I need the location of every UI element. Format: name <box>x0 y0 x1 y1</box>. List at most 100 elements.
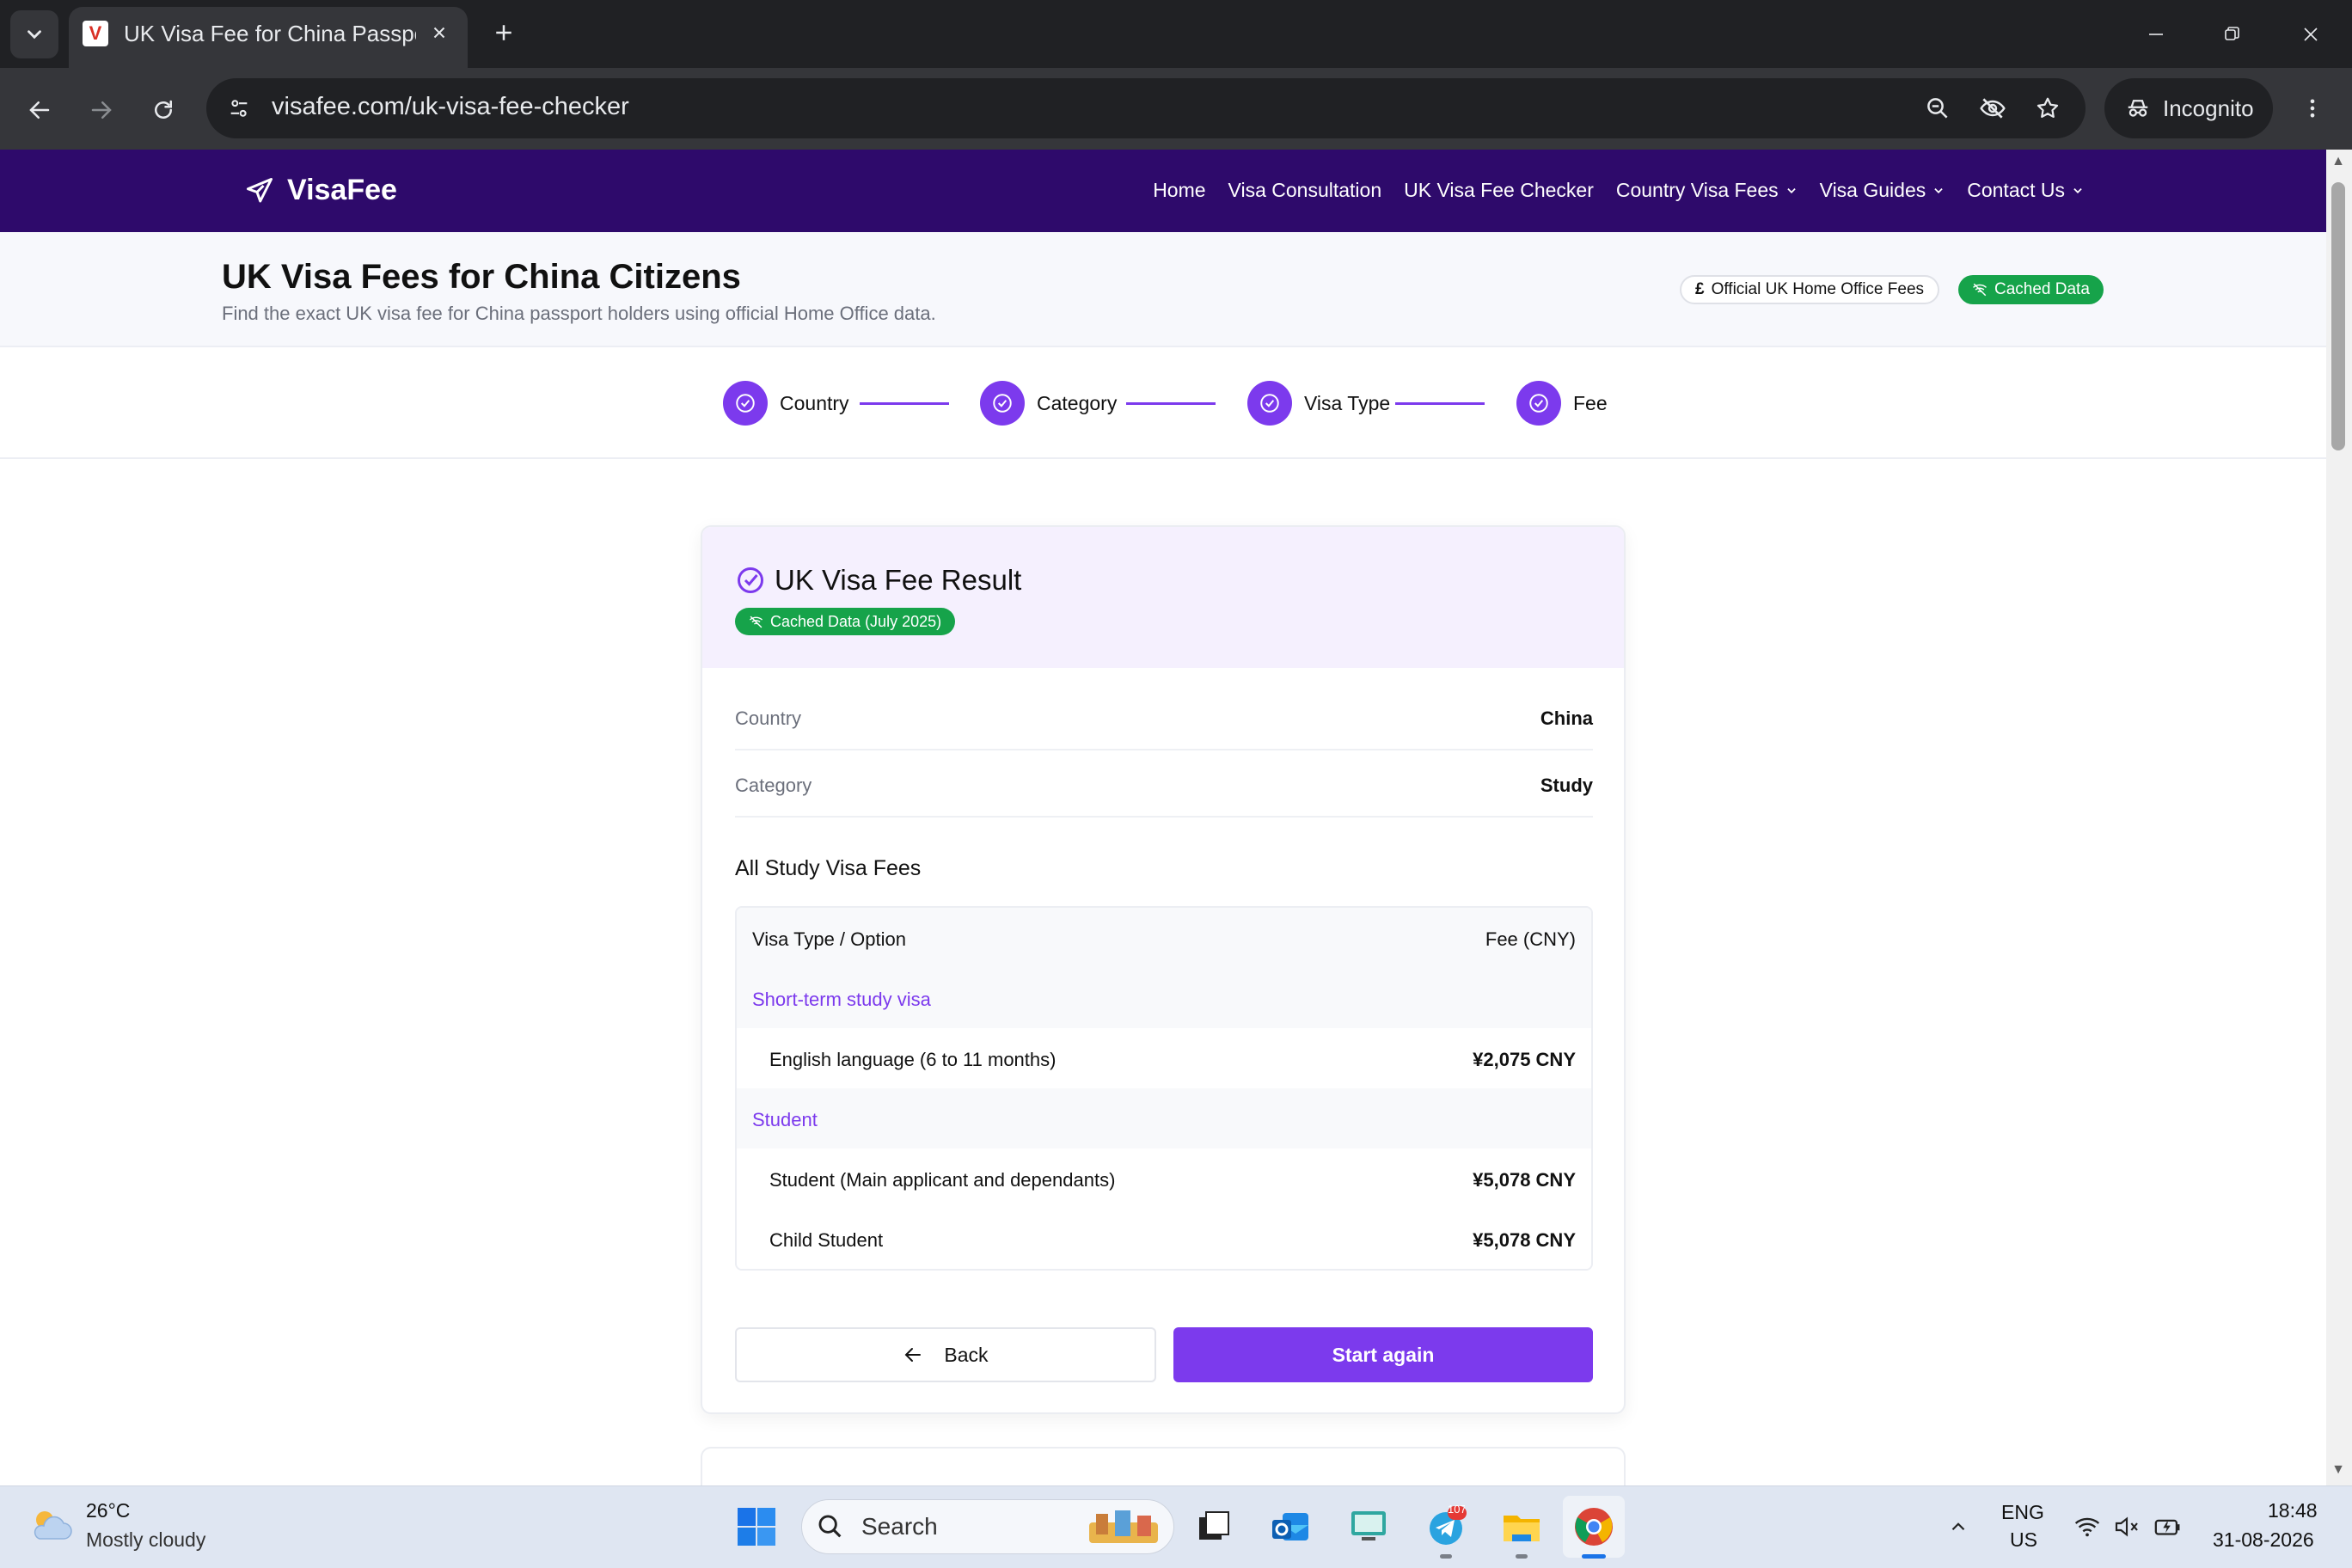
scroll-up-arrow[interactable]: ▲ <box>2331 155 2345 168</box>
check-circle-icon <box>738 567 763 593</box>
arrow-right-icon <box>91 101 112 119</box>
more-vertical-icon <box>2310 99 2315 118</box>
clock-date[interactable]: 31-08-2026 <box>2213 1528 2314 1552</box>
back-nav-button[interactable] <box>19 89 60 131</box>
zoom-button[interactable] <box>1919 89 1957 127</box>
show-hidden-icons-button[interactable] <box>1943 1511 1974 1542</box>
fees-heading: All Study Visa Fees <box>735 856 922 880</box>
star-icon <box>2037 97 2059 118</box>
tab-search-button[interactable] <box>10 10 58 58</box>
input-language[interactable]: ENG <box>2001 1501 2044 1524</box>
summary-row-category: Category Study <box>735 752 1593 818</box>
group-label: Student <box>752 1109 818 1130</box>
clock-time[interactable]: 18:48 <box>2268 1499 2318 1522</box>
step-connector <box>1126 402 1216 405</box>
nav-home[interactable]: Home <box>1153 179 1205 202</box>
back-button-label: Back <box>944 1343 989 1366</box>
scrollbar-thumb[interactable] <box>2331 182 2345 450</box>
close-window-button[interactable] <box>2285 15 2337 53</box>
nav-uk-visa-fee-checker[interactable]: UK Visa Fee Checker <box>1404 179 1594 202</box>
official-fees-badge: £ Official UK Home Office Fees <box>1680 275 1940 304</box>
incognito-label: Incognito <box>2163 95 2254 121</box>
step-label: Visa Type <box>1304 391 1391 414</box>
taskbar-search-box[interactable] <box>801 1499 1174 1554</box>
pound-icon: £ <box>1695 280 1705 298</box>
tune-icon <box>230 100 248 117</box>
visa-option-label: Student (Main applicant and dependants) <box>769 1169 1116 1191</box>
windows-taskbar <box>0 1485 2352 1568</box>
summary-row-country: Country China <box>735 685 1593 750</box>
badge-label: Cached Data <box>1994 280 2090 298</box>
wifi-button[interactable] <box>2072 1511 2103 1542</box>
input-region[interactable]: US <box>2010 1528 2037 1552</box>
cloudy-weather-icon[interactable] <box>28 1501 76 1549</box>
step-label: Fee <box>1573 391 1608 414</box>
outlook-app-button[interactable] <box>1267 1503 1315 1551</box>
chrome-app-button[interactable] <box>1570 1503 1618 1551</box>
table-row: English language (6 to 11 months) ¥2,075… <box>737 1028 1591 1088</box>
nav-label: Country Visa Fees <box>1615 179 1779 201</box>
nav-label: Contact Us <box>1967 179 2065 201</box>
arrow-left-icon <box>29 101 50 119</box>
step-country[interactable]: Country <box>723 381 849 426</box>
nav-label: UK Visa Fee Checker <box>1404 179 1594 201</box>
file-explorer-button[interactable] <box>1498 1503 1546 1551</box>
taskbar-search-label: Search <box>861 1513 938 1540</box>
cached-data-badge: Cached Data (July 2025) <box>735 608 956 635</box>
restore-icon <box>2225 27 2239 40</box>
nav-visa-consultation[interactable]: Visa Consultation <box>1228 179 1382 202</box>
zoom-icon <box>1927 98 1948 119</box>
visa-fee-value: ¥5,078 CNY <box>1473 1229 1576 1251</box>
nav-visa-guides[interactable]: Visa Guides <box>1820 179 1945 202</box>
step-fee[interactable]: Fee <box>1516 381 1608 426</box>
monitor-icon <box>1351 1511 1386 1540</box>
reload-button[interactable] <box>143 89 184 131</box>
card-header <box>702 527 1624 668</box>
battery-charging-icon <box>2154 1519 2180 1535</box>
minimize-button[interactable] <box>2130 15 2182 53</box>
battery-button[interactable] <box>2153 1511 2184 1542</box>
windows-start-icon[interactable] <box>736 1506 777 1547</box>
running-indicator <box>1516 1554 1528 1559</box>
wifi-off-icon <box>1973 283 1987 297</box>
tab-close-button[interactable] <box>426 17 452 48</box>
close-icon <box>2304 28 2318 41</box>
site-favicon-icon: V <box>83 21 108 46</box>
chevron-up-icon <box>1951 1522 1965 1531</box>
nav-country-visa-fees[interactable]: Country Visa Fees <box>1616 179 1798 202</box>
step-category[interactable]: Category <box>980 381 1117 426</box>
arrow-left-icon <box>905 1348 922 1362</box>
summary-label: Country <box>735 707 802 729</box>
volume-button[interactable] <box>2111 1511 2142 1542</box>
browser-menu-button[interactable] <box>2294 89 2331 127</box>
weather-temperature: 26°C <box>86 1499 131 1522</box>
check-circle-icon <box>1247 381 1292 426</box>
chevron-down-icon <box>1934 187 1943 193</box>
incognito-indicator[interactable]: Incognito <box>2104 78 2273 138</box>
site-logo[interactable]: VisaFee <box>244 174 397 207</box>
search-icon <box>818 1515 842 1538</box>
forward-nav-button[interactable] <box>81 89 122 131</box>
remote-desktop-app-button[interactable] <box>1344 1503 1393 1551</box>
back-button[interactable]: Back <box>735 1327 1156 1382</box>
page-title: UK Visa Fees for China Citizens <box>222 258 741 296</box>
check-circle-icon <box>723 381 768 426</box>
cached-data-badge: Cached Data <box>1958 275 2104 304</box>
outlook-icon <box>1272 1513 1308 1540</box>
bookmark-button[interactable] <box>2029 89 2067 127</box>
tracking-protection-button[interactable] <box>1974 89 2012 127</box>
visa-option-label: Child Student <box>769 1229 884 1251</box>
task-view-button[interactable] <box>1190 1503 1238 1551</box>
main-navigation: Home Visa Consultation UK Visa Fee Check… <box>1153 179 2084 202</box>
nav-contact-us[interactable]: Contact Us <box>1967 179 2084 202</box>
scroll-down-arrow[interactable]: ▼ <box>2331 1463 2345 1477</box>
start-again-button[interactable]: Start again <box>1173 1327 1593 1382</box>
restore-button[interactable] <box>2206 15 2257 53</box>
url-text[interactable]: visafee.com/uk-visa-fee-checker <box>272 93 629 121</box>
eye-off-icon <box>1980 98 2006 119</box>
nav-label: Visa Consultation <box>1228 179 1382 201</box>
wifi-icon <box>2074 1517 2100 1537</box>
site-info-button[interactable] <box>220 89 258 127</box>
new-tab-button[interactable] <box>485 14 523 52</box>
step-visa-type[interactable]: Visa Type <box>1247 381 1390 426</box>
